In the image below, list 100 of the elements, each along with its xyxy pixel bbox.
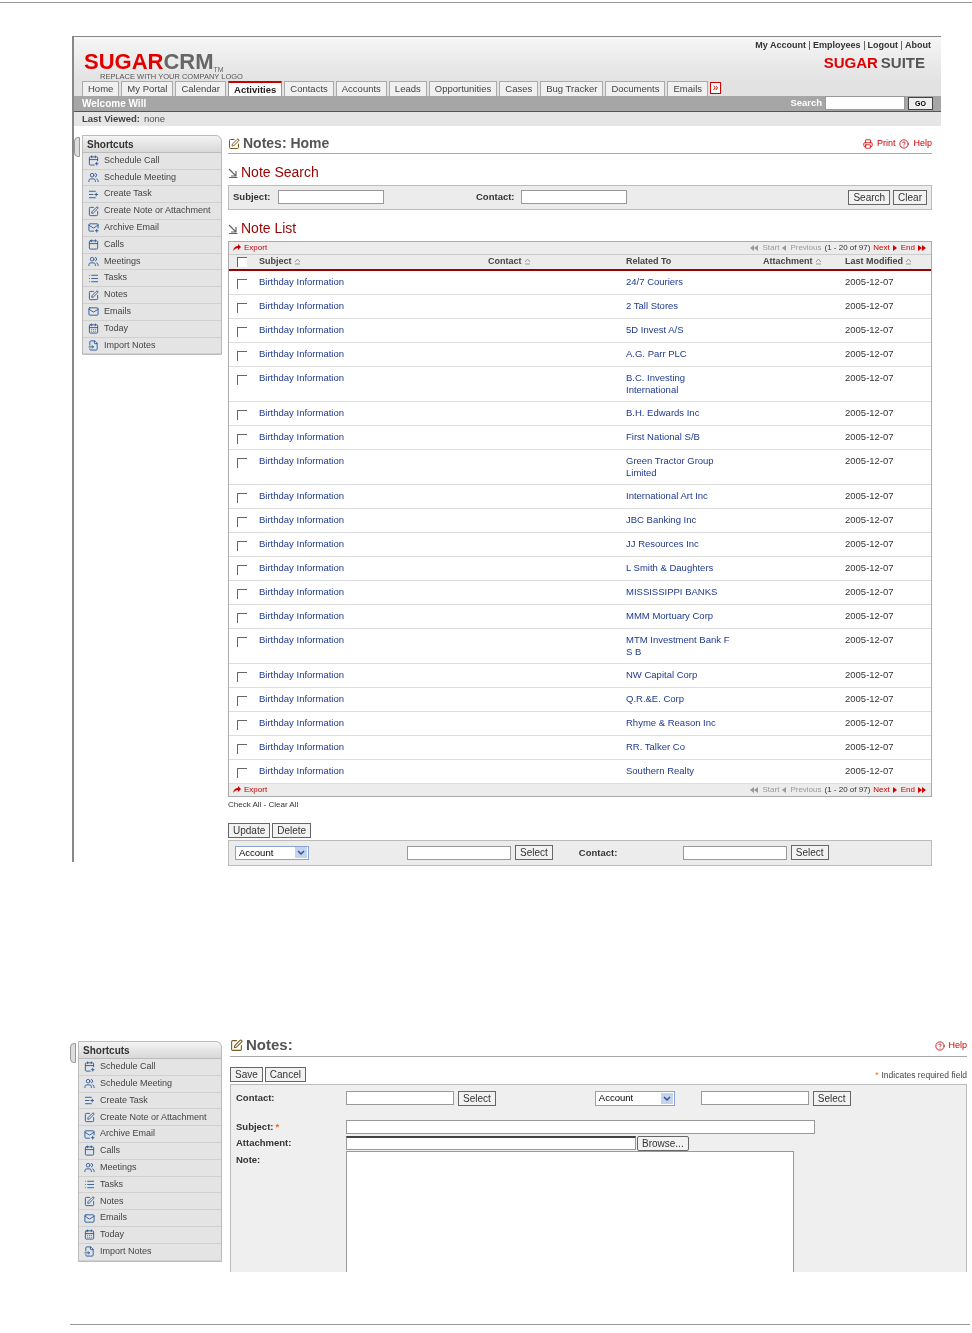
subject-link[interactable]: Birthday Information [259, 692, 344, 705]
related-link[interactable]: MISSISSIPPI BANKS [626, 585, 718, 598]
subject-link[interactable]: Birthday Information [259, 371, 344, 384]
shortcut-link[interactable]: Notes [104, 288, 128, 302]
header-link[interactable]: My Account [755, 41, 806, 50]
search-button[interactable]: Search [848, 189, 891, 205]
shortcut-link[interactable]: Tasks [100, 1177, 123, 1192]
shortcut-link[interactable]: Schedule Call [100, 1060, 156, 1074]
related-link[interactable]: Rhyme & Reason Inc [626, 716, 716, 729]
shortcut-link[interactable]: Create Task [100, 1093, 148, 1108]
cancel-button[interactable]: Cancel [264, 1067, 306, 1082]
note-field[interactable] [346, 1151, 794, 1272]
clear-button[interactable]: Clear [893, 189, 927, 205]
next-link[interactable]: Next [873, 783, 890, 796]
shortcut-link[interactable]: Archive Email [104, 221, 159, 235]
end-link[interactable]: End [900, 241, 915, 254]
checkbox[interactable] [237, 256, 247, 267]
subject-link[interactable]: Birthday Information [259, 716, 344, 729]
type-select[interactable]: Account [235, 845, 309, 860]
delete-button[interactable]: Delete [272, 822, 312, 838]
export-link[interactable]: Export [244, 241, 268, 254]
related-link[interactable]: B.C. Investing International [626, 371, 736, 396]
select-button[interactable]: Select [458, 1091, 496, 1106]
shortcut-link[interactable]: Schedule Meeting [104, 170, 177, 185]
shortcut-link[interactable]: Calls [100, 1144, 120, 1158]
related-link[interactable]: L Smith & Daughters [626, 561, 714, 574]
end-link[interactable]: End [900, 783, 915, 796]
subject-link[interactable]: Birthday Information [259, 609, 344, 622]
related-link[interactable]: International Art Inc [626, 489, 708, 502]
related-link[interactable]: 2 Tall Stores [626, 299, 679, 312]
input-field[interactable] [278, 190, 384, 205]
shortcut-link[interactable]: Today [104, 321, 129, 336]
collapse-handle[interactable] [70, 1043, 76, 1063]
subject-link[interactable]: Birthday Information [259, 275, 344, 288]
subject-link[interactable]: Birthday Information [259, 537, 344, 550]
input-field[interactable] [521, 190, 627, 205]
subject-link[interactable]: Birthday Information [259, 740, 344, 753]
print-link[interactable]: Print [876, 137, 896, 151]
shortcut-link[interactable]: Create Note or Attachment [100, 1110, 207, 1125]
shortcut-link[interactable]: Archive Email [100, 1127, 155, 1141]
column-header[interactable]: Subject [259, 255, 301, 269]
input-field[interactable] [346, 1091, 454, 1105]
related-link[interactable]: 5D Invest A/S [626, 323, 684, 336]
subject-link[interactable]: Birthday Information [259, 668, 344, 681]
related-link[interactable]: MTM Investment Bank F S B [626, 633, 736, 658]
subject-link[interactable]: Birthday Information [259, 764, 344, 777]
related-link[interactable]: 24/7 Couriers [626, 275, 684, 288]
shortcut-link[interactable]: Create Note or Attachment [104, 204, 211, 218]
export-link[interactable]: Export [244, 783, 268, 796]
input-field[interactable] [700, 1091, 809, 1105]
subject-link[interactable]: Birthday Information [259, 406, 344, 419]
related-link[interactable]: B.H. Edwards Inc [626, 406, 700, 419]
subject-link[interactable]: Birthday Information [259, 299, 344, 312]
subject-link[interactable]: Birthday Information [259, 323, 344, 336]
shortcut-link[interactable]: Meetings [100, 1160, 137, 1175]
shortcut-link[interactable]: Emails [100, 1211, 127, 1225]
select-button[interactable]: Select [790, 845, 829, 861]
related-link[interactable]: NW Capital Corp [626, 668, 698, 681]
save-button[interactable]: Save [230, 1067, 263, 1082]
related-link[interactable]: Green Tractor Group Limited [626, 454, 736, 479]
subject-link[interactable]: Birthday Information [259, 430, 344, 443]
header-link[interactable]: About [901, 41, 931, 50]
shortcut-link[interactable]: Notes [100, 1194, 124, 1208]
select-button[interactable]: Select [515, 845, 553, 861]
shortcut-link[interactable]: Calls [104, 237, 124, 252]
subject-link[interactable]: Birthday Information [259, 347, 344, 360]
related-link[interactable]: JBC Banking Inc [626, 513, 697, 526]
shortcut-link[interactable]: Import Notes [100, 1244, 152, 1259]
related-link[interactable]: First National S/B [626, 430, 700, 443]
parent-type-select[interactable]: Account [594, 1091, 675, 1106]
column-header[interactable]: Last Modified [845, 255, 912, 269]
related-link[interactable]: Q.R.&E. Corp [626, 692, 685, 705]
related-link[interactable]: MMM Mortuary Corp [626, 609, 714, 622]
shortcut-link[interactable]: Import Notes [104, 338, 156, 353]
search-field[interactable] [825, 96, 906, 110]
shortcut-link[interactable]: Tasks [104, 271, 127, 285]
subject-link[interactable]: Birthday Information [259, 489, 344, 502]
file-field[interactable] [346, 1136, 636, 1150]
shortcut-link[interactable]: Emails [104, 305, 131, 319]
help-link[interactable]: Help [913, 137, 932, 151]
related-link[interactable]: JJ Resources Inc [626, 537, 699, 550]
input-field[interactable] [346, 1120, 815, 1134]
column-header[interactable]: Attachment [763, 255, 822, 269]
select-button[interactable]: Select [812, 1091, 851, 1106]
browse-button[interactable]: Browse... [637, 1135, 689, 1151]
update-button[interactable]: Update [228, 822, 271, 838]
subject-link[interactable]: Birthday Information [259, 513, 344, 526]
subject-link[interactable]: Birthday Information [259, 561, 344, 574]
subject-link[interactable]: Birthday Information [259, 633, 344, 646]
shortcut-link[interactable]: Schedule Meeting [100, 1076, 173, 1091]
input-field[interactable] [407, 845, 511, 860]
subject-link[interactable]: Birthday Information [259, 454, 344, 467]
help-link[interactable]: Help [948, 1038, 967, 1053]
next-link[interactable]: Next [873, 241, 890, 254]
subject-link[interactable]: Birthday Information [259, 585, 344, 598]
column-header[interactable]: Contact [488, 255, 531, 269]
shortcut-link[interactable]: Today [100, 1228, 125, 1242]
shortcut-link[interactable]: Meetings [104, 254, 141, 269]
related-link[interactable]: RR. Talker Co [626, 740, 685, 753]
more-tabs-button[interactable]: » [710, 81, 721, 94]
